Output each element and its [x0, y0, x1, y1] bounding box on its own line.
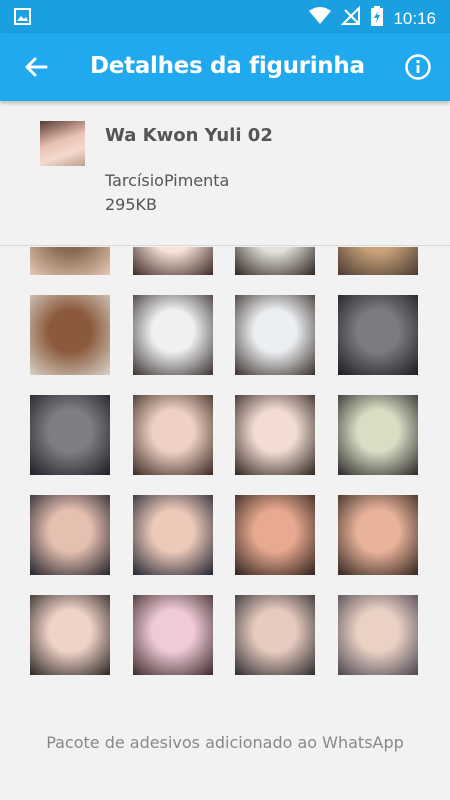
sticker-item[interactable] — [338, 395, 418, 475]
sticker-item[interactable] — [133, 247, 213, 275]
sticker-item[interactable] — [30, 495, 110, 575]
pack-header: Wa Kwon Yuli 02 TarcísioPimenta 295KB — [0, 101, 450, 246]
sticker-item[interactable] — [338, 295, 418, 375]
sticker-item[interactable] — [133, 495, 213, 575]
sticker-item[interactable] — [235, 247, 315, 275]
page-title: Detalhes da figurinha — [90, 53, 365, 79]
sticker-grid[interactable] — [0, 247, 450, 707]
sticker-item[interactable] — [133, 295, 213, 375]
info-icon[interactable] — [404, 53, 432, 81]
no-signal-icon — [341, 5, 361, 31]
sticker-item[interactable] — [235, 395, 315, 475]
image-icon — [14, 8, 31, 30]
sticker-item[interactable] — [338, 495, 418, 575]
sticker-item[interactable] — [30, 295, 110, 375]
battery-charging-icon — [371, 6, 384, 31]
added-status-message: Pacote de adesivos adicionado ao WhatsAp… — [46, 733, 404, 752]
pack-thumbnail — [40, 121, 85, 166]
app-bar: Detalhes da figurinha — [0, 33, 450, 101]
sticker-item[interactable] — [133, 395, 213, 475]
pack-name: Wa Kwon Yuli 02 — [105, 125, 273, 146]
sticker-item[interactable] — [30, 247, 110, 275]
back-arrow-icon[interactable] — [22, 53, 50, 81]
sticker-item[interactable] — [235, 295, 315, 375]
sticker-item[interactable] — [30, 595, 110, 675]
sticker-item[interactable] — [30, 395, 110, 475]
sticker-item[interactable] — [338, 595, 418, 675]
sticker-item[interactable] — [338, 247, 418, 275]
pack-size: 295KB — [105, 195, 158, 214]
sticker-item[interactable] — [235, 595, 315, 675]
wifi-icon — [309, 7, 332, 30]
status-bar: 10:16 — [0, 0, 450, 33]
sticker-item[interactable] — [133, 595, 213, 675]
pack-author: TarcísioPimenta — [105, 171, 230, 190]
clock-time: 10:16 — [393, 8, 436, 28]
sticker-item[interactable] — [235, 495, 315, 575]
